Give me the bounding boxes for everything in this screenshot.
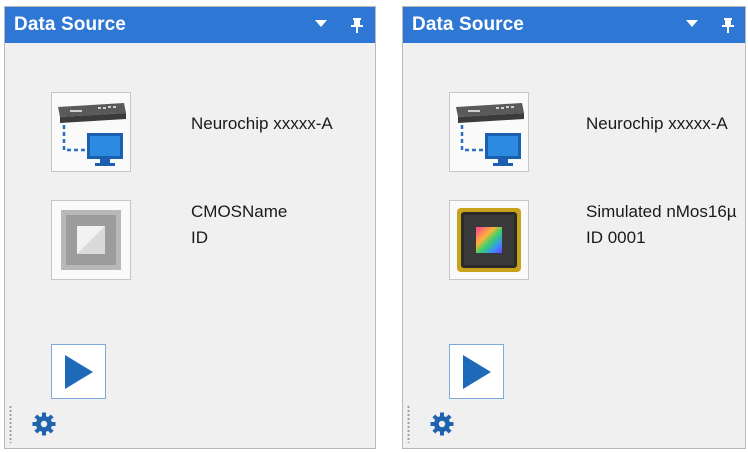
gear-icon[interactable] <box>429 411 455 437</box>
chip-button[interactable] <box>51 200 131 280</box>
play-icon <box>65 355 93 389</box>
device-label: Neurochip xxxxx-A <box>191 114 333 133</box>
network-computer-icon <box>58 103 126 166</box>
panel-title-bar: Data Source <box>403 7 745 43</box>
chevron-down-icon[interactable] <box>686 20 698 27</box>
chip-name: CMOSName <box>191 202 288 221</box>
chip-button[interactable] <box>449 200 529 280</box>
gear-icon[interactable] <box>31 411 57 437</box>
grip-handle[interactable] <box>407 405 410 443</box>
play-icon <box>463 355 491 389</box>
panel-title: Data Source <box>14 14 126 35</box>
grip-handle[interactable] <box>9 405 12 443</box>
device-button[interactable] <box>51 92 131 172</box>
chip-info: Simulated nMos16µ ID 0001 <box>586 199 737 251</box>
chip-id: ID 0001 <box>586 228 646 247</box>
pin-icon[interactable] <box>350 16 364 34</box>
chip-info: CMOSName ID <box>191 199 287 251</box>
device-button[interactable] <box>449 92 529 172</box>
data-source-panel-right: Data Source Neurochip xxxxx-A Simulated … <box>402 6 746 449</box>
pin-icon[interactable] <box>721 16 735 34</box>
cmos-chip-colored-icon <box>457 208 521 272</box>
chevron-down-icon[interactable] <box>315 20 327 27</box>
network-computer-icon <box>456 103 524 166</box>
device-label: Neurochip xxxxx-A <box>586 114 728 133</box>
play-button[interactable] <box>51 344 106 399</box>
panel-title-bar: Data Source <box>5 7 375 43</box>
cmos-chip-placeholder-icon <box>61 210 121 270</box>
chip-id: ID <box>191 228 208 247</box>
play-button[interactable] <box>449 344 504 399</box>
chip-name: Simulated nMos16µ <box>586 202 737 221</box>
data-source-panel-left: Data Source Neurochip xxxxx-A CMOSName I… <box>4 6 376 449</box>
panel-title: Data Source <box>412 14 524 35</box>
